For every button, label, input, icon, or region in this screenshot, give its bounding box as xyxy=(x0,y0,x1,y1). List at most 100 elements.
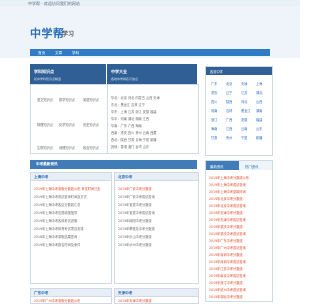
nav-item-subjects[interactable]: 学科 xyxy=(72,51,79,56)
province-link[interactable]: 甘肃 xyxy=(211,135,217,140)
middle-title: 中学大全 xyxy=(111,69,127,74)
news-link[interactable]: 2019年重庆中考成绩查询 xyxy=(209,231,246,236)
tianjin-news-box: 天津中考 2019年天津中考分数线 xyxy=(114,288,199,304)
region-line[interactable]: 其他：香港 澳门 台湾 山东 xyxy=(111,144,149,149)
knowledge-title: 学科知识点 xyxy=(34,69,54,74)
province-link[interactable]: 云南 xyxy=(241,126,247,131)
news-link[interactable]: 2019年上海中考各科考试说明 xyxy=(34,218,77,223)
news-link[interactable]: 2019年深圳中考分数线 xyxy=(209,252,243,257)
news-link[interactable]: 2019年上海中考体育考试项目安排 xyxy=(34,226,84,231)
knowledge-link[interactable]: 生物知识点 xyxy=(37,145,53,150)
province-link[interactable]: 湖南 xyxy=(256,108,262,113)
news-link[interactable]: 2019年北京中考成绩查询 xyxy=(209,203,246,208)
province-link[interactable]: 江西 xyxy=(226,126,232,131)
region-list: 华北：北京 河北 内蒙古 山西 天津 东北：黑龙江 吉林 辽宁 华东：上海 江苏… xyxy=(107,84,199,154)
news-link[interactable]: 2019年上海中考录取分数线公布 考试时间已定 xyxy=(34,186,101,191)
news-link[interactable]: 2019年上海中考分数线公布 xyxy=(209,175,249,180)
news-link[interactable]: 2019年上海中考成绩查询 xyxy=(209,182,246,187)
middle-panel-header: 中学大全 各地中学排名与信息 xyxy=(107,64,197,84)
region-line[interactable]: 华中：河南 湖北 湖南 江西 xyxy=(111,116,149,121)
shanghai-title[interactable]: 上海中考 xyxy=(34,175,48,180)
knowledge-link[interactable]: 英语知识点 xyxy=(83,97,99,102)
news-link[interactable]: 2019年攀枝花中考分数线 xyxy=(118,226,155,231)
province-link[interactable]: 新疆 xyxy=(256,135,262,140)
news-link[interactable]: 2019年乐山中考分数线 xyxy=(118,234,152,239)
province-link[interactable]: 四川 xyxy=(211,99,217,104)
news-link[interactable]: 2019年广州中考成绩查询 xyxy=(209,245,246,250)
news-link[interactable]: 2019年湖北中考分数线 xyxy=(209,294,243,299)
news-link[interactable]: 2019年深圳中考成绩查询 xyxy=(209,259,246,264)
province-link[interactable]: 黑龙江 xyxy=(241,108,251,113)
tab-hot[interactable]: 热门资讯 xyxy=(239,161,272,170)
guangdong-news-box: 广东中考 2019年广州中考录取分数线公布 xyxy=(30,288,112,304)
news-link[interactable]: 2019年上海中考录取时间 xyxy=(209,189,246,194)
province-link[interactable]: 海南 xyxy=(211,126,217,131)
province-link[interactable]: 贵州 xyxy=(226,135,232,140)
news-link[interactable]: 2018年上海中考录取结果查询 xyxy=(34,234,77,239)
province-link[interactable]: 湖北 xyxy=(256,90,262,95)
province-link[interactable]: 山东 xyxy=(256,126,262,131)
news-link[interactable]: 2019年天津中考成绩查询 xyxy=(209,217,246,222)
news-link[interactable]: 2019年天津中考分数线 xyxy=(118,298,152,303)
knowledge-link[interactable]: 数学知识点 xyxy=(59,97,75,102)
news-link[interactable]: 2019年上海中考成绩查询时间及方式 xyxy=(34,194,87,199)
knowledge-link[interactable]: 物理知识点 xyxy=(37,122,53,127)
news-link[interactable]: 2019年广安中考成绩查询 xyxy=(118,194,155,199)
knowledge-link[interactable]: 政治知识点 xyxy=(83,145,99,150)
province-link[interactable]: 河南 xyxy=(211,108,217,113)
news-link[interactable]: 2019年天津中考分数线 xyxy=(209,210,243,215)
tab-latest[interactable]: 最新资讯 xyxy=(206,161,239,170)
guangdong-title[interactable]: 广东中考 xyxy=(34,291,48,296)
province-link[interactable]: 天津 xyxy=(241,81,247,86)
province-link[interactable]: 重庆 xyxy=(211,90,217,95)
news-link[interactable]: 2019年上海中考志愿填报指导 xyxy=(34,210,77,215)
province-link[interactable]: 安徽 xyxy=(241,117,247,122)
province-link[interactable]: 陕西 xyxy=(226,99,232,104)
news-link[interactable]: 2019年北京中考分数线 xyxy=(209,196,243,201)
news-link[interactable]: 2019年广东中考分数线 xyxy=(209,238,243,243)
region-line[interactable]: 华东：上海 江苏 浙江 安徽 福建 xyxy=(111,109,157,114)
nav-item-articles[interactable]: 文章 xyxy=(55,51,62,56)
news-link[interactable]: 2019年上海中考各区分数线汇总 xyxy=(34,202,80,207)
region-line[interactable]: 华北：北京 河北 内蒙古 山西 天津 xyxy=(111,95,160,100)
news-link[interactable]: 2019年重庆中考分数线 xyxy=(209,224,243,229)
region-line[interactable]: 东北：黑龙江 吉林 辽宁 xyxy=(111,102,145,107)
tianjin-title[interactable]: 天津中考 xyxy=(118,291,132,296)
tab-hot-label: 热门资讯 xyxy=(245,164,259,169)
news-link[interactable]: 2019年泸州中考分数线 xyxy=(118,242,152,247)
news-link[interactable]: 2019年广安中考分数线 xyxy=(118,186,152,191)
region-line[interactable]: 西南：重庆 四川 贵州 云南 西藏 xyxy=(111,130,157,135)
news-link[interactable]: 2019年宜宾中考成绩查询 xyxy=(118,210,155,215)
knowledge-link[interactable]: 化学知识点 xyxy=(59,122,75,127)
news-link[interactable]: 2019年宜宾中考分数线 xyxy=(118,202,152,207)
province-link[interactable]: 浙江 xyxy=(211,117,217,122)
news-link[interactable]: 2019年绵阳中考分数线 xyxy=(118,218,152,223)
province-link[interactable]: 宁夏 xyxy=(241,135,247,140)
province-link[interactable]: 江苏 xyxy=(241,90,247,95)
news-link[interactable]: 2019年浙江中考分数线 xyxy=(209,280,243,285)
news-link[interactable]: 2019年广州中考录取分数线公布 xyxy=(34,298,80,303)
beijing-title[interactable]: 北京中考 xyxy=(118,175,132,180)
province-link[interactable]: 辽宁 xyxy=(226,90,232,95)
province-link[interactable]: 吉林 xyxy=(226,108,232,113)
province-link[interactable]: 上海 xyxy=(256,81,262,86)
news-section-title: 中考最新资讯 xyxy=(36,162,58,166)
news-link[interactable]: 2019年杭州中考成绩查询 xyxy=(209,287,246,292)
news-link[interactable]: 2019年江苏中考分数线 xyxy=(209,266,243,271)
region-line[interactable]: 西北：陕西 甘肃 青海 宁夏 新疆 xyxy=(111,137,157,142)
province-link[interactable]: 山西 xyxy=(256,99,262,104)
news-link[interactable]: 2019年南京中考成绩查询 xyxy=(209,273,246,278)
knowledge-link[interactable]: 历史知识点 xyxy=(83,122,99,127)
province-link[interactable]: 广东 xyxy=(211,81,217,86)
news-link[interactable]: 2019年上海中考报名时间及条件 xyxy=(34,242,80,247)
province-link[interactable]: 北京 xyxy=(226,81,232,86)
nav-item-home[interactable]: 首页 xyxy=(38,51,45,56)
province-link[interactable]: 河北 xyxy=(241,99,247,104)
knowledge-link[interactable]: 地理知识点 xyxy=(59,145,75,150)
province-link[interactable]: 广西 xyxy=(226,117,232,122)
province-link[interactable]: 福建 xyxy=(256,117,262,122)
knowledge-link[interactable]: 语文知识点 xyxy=(37,97,53,102)
main-nav: 首页 文章 学科 xyxy=(30,49,270,56)
site-logo[interactable]: 中学帮 xyxy=(30,25,65,41)
region-line[interactable]: 华南：广东 广西 海南 xyxy=(111,123,142,128)
